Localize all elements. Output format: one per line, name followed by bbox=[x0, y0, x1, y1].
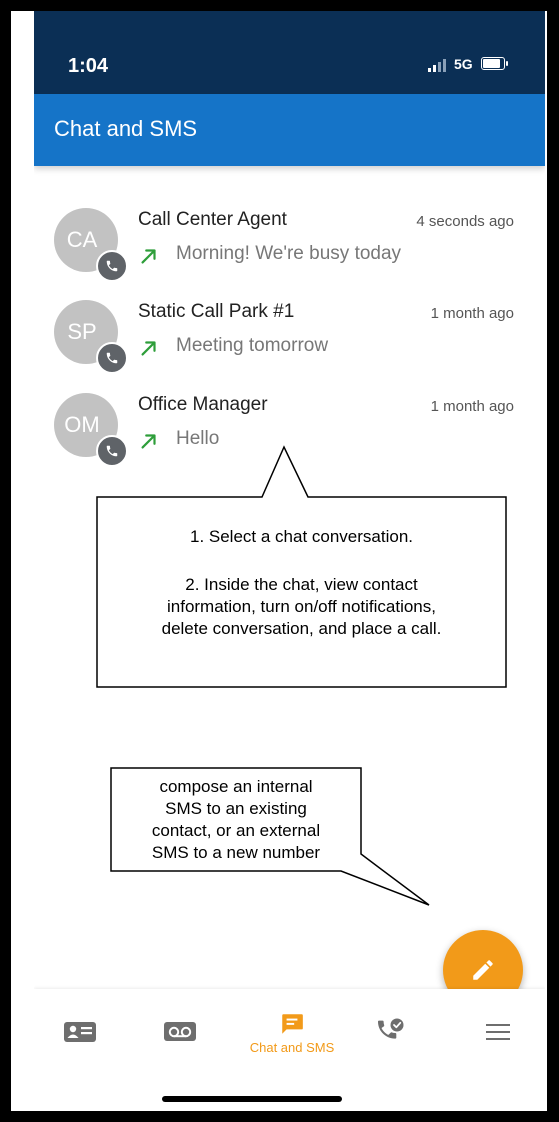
contact-name: Office Manager bbox=[138, 394, 268, 415]
nav-menu[interactable] bbox=[478, 1023, 518, 1103]
last-message: Meeting tomorrow bbox=[176, 335, 329, 356]
phone-screen: 1:04 5G Chat and SMS CA Call Center Agen… bbox=[34, 11, 545, 1111]
nav-chat-and-sms[interactable]: Chat and SMS bbox=[237, 1011, 347, 1091]
battery-icon bbox=[481, 57, 508, 70]
nav-call-history[interactable] bbox=[371, 1017, 411, 1097]
compose-hint-line3: contact, or an external bbox=[151, 821, 321, 840]
chat-icon bbox=[282, 1014, 303, 1034]
conversation-item[interactable]: SP Static Call Park #1 1 month ago Meeti… bbox=[34, 287, 545, 379]
contacts-card-icon bbox=[64, 1022, 96, 1042]
status-time: 1:04 bbox=[68, 55, 109, 77]
message-time: 1 month ago bbox=[430, 305, 514, 322]
conversation-item[interactable]: CA Call Center Agent 4 seconds ago Morni… bbox=[34, 195, 545, 287]
compose-callout: compose an internal SMS to an existing c… bbox=[109, 766, 430, 906]
nav-chat-label: Chat and SMS bbox=[249, 1040, 335, 1055]
status-bar: 1:04 5G bbox=[34, 11, 545, 94]
voicemail-icon bbox=[164, 1022, 196, 1041]
callout-bubble-shape bbox=[96, 445, 507, 688]
home-indicator bbox=[162, 1096, 342, 1102]
compose-hint-line4: SMS to a new number bbox=[151, 843, 321, 862]
phone-badge-icon bbox=[96, 342, 128, 374]
page-title: Chat and SMS bbox=[54, 116, 198, 141]
nav-contacts[interactable] bbox=[60, 1019, 100, 1099]
contact-name: Call Center Agent bbox=[138, 209, 287, 230]
avatar-initials: SP bbox=[67, 319, 97, 344]
select-chat-step-two-line3: delete conversation, and place a call. bbox=[161, 619, 442, 638]
avatar-initials: OM bbox=[64, 412, 100, 437]
compose-hint-line2: SMS to an existing bbox=[165, 799, 307, 818]
last-message: Morning! We're busy today bbox=[176, 243, 402, 264]
app-bar: Chat and SMS bbox=[34, 94, 545, 166]
outgoing-arrow-icon bbox=[141, 341, 156, 356]
select-chat-callout: 1. Select a chat conversation. 2. Inside… bbox=[94, 443, 509, 693]
nav-voicemail[interactable] bbox=[160, 1019, 200, 1099]
call-history-icon bbox=[378, 1018, 404, 1039]
pencil-icon bbox=[473, 960, 493, 980]
signal-icon bbox=[428, 59, 446, 72]
bottom-navigation: Chat and SMS bbox=[34, 989, 545, 1111]
select-chat-step-two-line1: 2. Inside the chat, view contact bbox=[185, 575, 418, 594]
network-type: 5G bbox=[454, 56, 473, 72]
screenshot-frame: 1:04 5G Chat and SMS CA Call Center Agen… bbox=[11, 11, 547, 1111]
contact-name: Static Call Park #1 bbox=[138, 301, 295, 322]
menu-icon bbox=[486, 1024, 510, 1040]
message-time: 1 month ago bbox=[430, 398, 514, 415]
select-chat-step-two-line2: information, turn on/off notifications, bbox=[166, 597, 436, 616]
outgoing-arrow-icon bbox=[141, 249, 156, 264]
select-chat-step-one: 1. Select a chat conversation. bbox=[189, 527, 414, 546]
avatar-initials: CA bbox=[66, 227, 98, 252]
message-time: 4 seconds ago bbox=[416, 213, 514, 230]
phone-badge-icon bbox=[96, 250, 128, 282]
compose-hint-line1: compose an internal bbox=[159, 777, 313, 796]
